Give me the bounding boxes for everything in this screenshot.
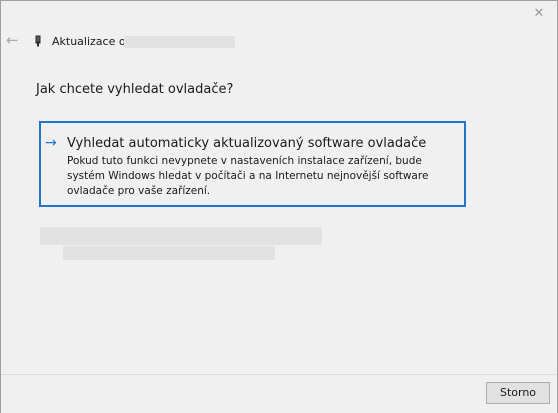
page-heading: Jak chcete vyhledat ovladače? <box>36 82 234 97</box>
back-arrow-icon: ← <box>6 31 19 49</box>
redacted-option-line-1 <box>40 227 322 245</box>
search-automatically-option[interactable]: → Vyhledat automaticky aktualizovaný sof… <box>39 121 466 207</box>
close-button[interactable]: ✕ <box>531 6 547 22</box>
arrow-right-icon: → <box>45 135 57 151</box>
option-title: Vyhledat automaticky aktualizovaný softw… <box>67 136 427 151</box>
redacted-option-line-2 <box>63 246 275 260</box>
back-button[interactable]: ← <box>6 32 22 48</box>
driver-update-window: ✕ ← Aktualizace ovladačů Jak chcete vyhl… <box>0 0 558 413</box>
device-icon <box>35 35 41 47</box>
cancel-button[interactable]: Storno <box>486 382 550 404</box>
redacted-title-region <box>124 36 235 48</box>
close-icon: ✕ <box>533 6 545 21</box>
option-description: Pokud tuto funkci nevypnete v nastaveníc… <box>67 155 429 197</box>
footer-bar <box>1 374 557 413</box>
